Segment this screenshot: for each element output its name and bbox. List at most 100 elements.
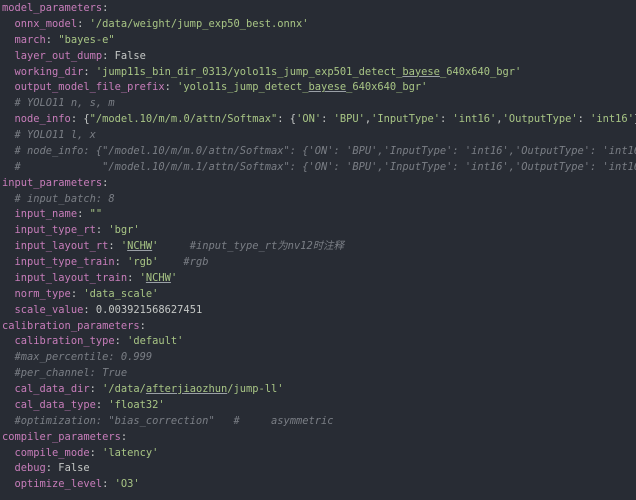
yaml-key: norm_type [14,287,71,300]
plain-text [2,34,15,46]
comment: #input_type_rt为nv12时注释 [158,240,344,253]
yaml-key: output_model_file_prefix [14,81,165,94]
yaml-key: input_type_rt [14,224,96,237]
underlined-token: bayese [308,81,347,94]
plain-text [2,447,15,459]
plain-text: : [95,398,109,411]
code-line[interactable]: calibration_parameters: [0,319,636,335]
yaml-key: calibration_parameters [2,319,140,332]
underlined-token: afterjiaozhun [145,383,228,395]
code-line[interactable]: node_info: {"/model.10/m/m.0/attn/Softma… [0,112,636,128]
code-line[interactable]: calibration_type: 'default' [0,334,636,350]
plain-text: : [102,176,109,189]
code-line[interactable]: onnx_model: '/data/weight/jump_exp50_bes… [0,17,636,33]
code-line[interactable]: layer_out_dump: False [0,49,636,65]
string-value: 'int16' [590,113,634,126]
string-value: 'OutputType' [502,113,578,126]
code-line[interactable]: input_parameters: [0,176,636,192]
plain-text [2,478,15,490]
code-line[interactable]: input_name: "" [0,207,636,223]
string-value: 'bgr' [108,224,140,237]
code-line[interactable]: working_dir: 'jump11s_bin_dir_0313/yolo1… [0,65,636,81]
code-line[interactable]: compiler_parameters: [0,430,636,446]
yaml-key: node_info [14,113,71,126]
plain-text: : False [45,462,90,475]
yaml-key: march [14,33,46,46]
plain-text: : False [102,49,146,62]
code-line[interactable]: # "/model.10/m/m.1/attn/Softmax": {'ON':… [0,160,636,176]
plain-text [2,399,15,411]
plain-text: : [164,81,178,94]
plain-text: : [577,113,591,126]
code-editor[interactable]: model_parameters: onnx_model: '/data/wei… [0,0,636,500]
plain-text: : [114,256,128,268]
plain-text: : [321,113,334,126]
plain-text [2,113,15,125]
code-line[interactable]: #max_percentile: 0.999 [0,350,636,366]
plain-text: : { [277,113,297,126]
underlined-token: NCHW [145,271,171,284]
underlined-token: bayese [402,65,440,78]
comment: #per_channel: True [2,367,128,380]
comment: # input_batch: 8 [2,192,115,205]
string-value: "" [89,208,103,221]
code-line[interactable]: compile_mode: 'latency' [0,446,636,462]
yaml-key: compile_mode [14,446,90,459]
code-line[interactable]: model_parameters: [0,1,636,17]
yaml-key: input_layout_train [14,271,128,284]
code-line[interactable]: optimize_level: 'O3' [0,477,636,493]
code-line[interactable]: #optimization: "bias_correction" # asymm… [0,414,636,430]
plain-text [2,240,15,252]
code-line[interactable]: input_layout_train: 'NCHW' [0,271,636,287]
code-line[interactable]: debug: False [0,461,636,477]
string-value: 'InputType' [371,113,440,126]
code-line[interactable]: # YOLO11 n, s, m [0,96,636,112]
yaml-key: calibration_type [14,335,115,348]
comment: # node_info: {"/model.10/m/m.0/attn/Soft… [2,144,636,157]
code-line[interactable]: # YOLO11 l, x [0,128,636,144]
plain-text: : [102,2,109,14]
string-value: '/data/weight/jump_exp50_best.onnx' [89,17,309,30]
plain-text [2,66,15,78]
string-value: /jump-ll' [227,383,284,395]
yaml-key: input_layout_rt [14,240,109,253]
yaml-key: input_name [14,208,78,221]
plain-text: : [89,383,103,395]
code-line[interactable]: march: "bayes-e" [0,33,636,49]
yaml-key: optimize_level [14,478,103,491]
code-line[interactable]: #per_channel: True [0,366,636,382]
underlined-token: NCHW [127,240,153,253]
plain-text [2,224,15,236]
code-line[interactable]: norm_type: 'data_scale' [0,287,636,303]
code-line[interactable]: # node_info: {"/model.10/m/m.0/attn/Soft… [0,144,636,160]
yaml-key: model_parameters [2,2,103,14]
plain-text [2,304,15,316]
plain-text: : [70,287,84,300]
plain-text [2,18,15,30]
plain-text: : [77,17,90,30]
plain-text [2,383,15,395]
comment: # YOLO11 n, s, m [2,97,115,110]
comment: #max_percentile: 0.999 [2,351,153,364]
code-line[interactable]: input_layout_rt: 'NCHW' #input_type_rt为n… [0,239,636,255]
string-value: 'O3' [114,478,140,491]
plain-text: : [89,446,103,459]
plain-text [2,256,15,268]
comment: # "/model.10/m/m.1/attn/Softmax": {'ON':… [2,160,636,173]
plain-text: : [439,113,453,126]
code-line[interactable]: cal_data_type: 'float32' [0,398,636,414]
code-line[interactable]: cal_data_dir: '/data/afterjiaozhun/jump-… [0,382,636,398]
plain-text: : [127,271,140,284]
string-value: 'data_scale' [83,287,159,300]
code-line[interactable]: output_model_file_prefix: 'yolo11s_jump_… [0,80,636,96]
plain-text: : [102,478,115,491]
plain-text: : [83,65,96,78]
code-line[interactable]: # input_batch: 8 [0,192,636,208]
code-line[interactable]: input_type_rt: 'bgr' [0,223,636,239]
code-line[interactable]: scale_value: 0.003921568627451 [0,303,636,319]
code-line[interactable]: input_type_train: 'rgb' #rgb [0,255,636,271]
yaml-key: debug [14,462,46,475]
comment: #optimization: "bias_correction" # asymm… [2,414,334,427]
yaml-key: input_parameters [2,176,103,189]
plain-text [2,50,15,62]
